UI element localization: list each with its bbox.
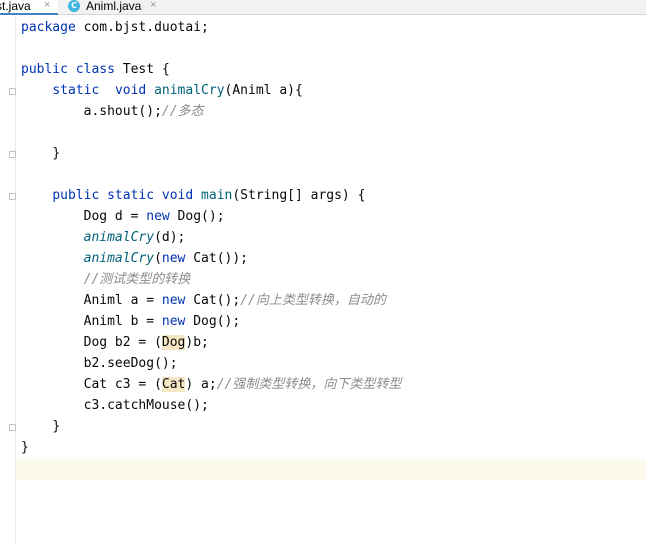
code-line-13: Animl a = new Cat();//向上类型转换，自动的: [21, 290, 386, 311]
code-text: Cat();: [185, 293, 241, 308]
fold-icon[interactable]: [9, 193, 16, 200]
code-line-3: public class Test {: [21, 59, 170, 80]
code-text: (d);: [154, 230, 186, 245]
comment: //多态: [161, 104, 204, 119]
keyword: new: [146, 209, 170, 224]
comment: //强制类型转换，向下类型转型: [216, 377, 402, 392]
code-line-4: static void animalCry(Animl a){: [21, 80, 303, 101]
fold-icon[interactable]: [9, 88, 16, 95]
code-line-14: Animl b = new Dog();: [21, 311, 241, 332]
code-text: (Animl a){: [224, 83, 303, 98]
code-text: }: [52, 146, 61, 161]
code-line-8: public static void main(String[] args) {: [21, 185, 365, 206]
tab-test-java[interactable]: st.java ×: [0, 0, 58, 15]
tab-label: st.java: [0, 0, 31, 13]
close-icon[interactable]: ×: [44, 0, 50, 11]
highlighted-type: Dog: [161, 335, 186, 350]
method-name: animalCry: [154, 83, 225, 98]
code-text: }: [21, 440, 29, 455]
code-text: a.shout();: [83, 104, 162, 119]
keyword: public: [52, 188, 100, 203]
code-line-19: }: [21, 416, 60, 437]
code-line-11: animalCry(new Cat());: [21, 248, 248, 269]
code-text: }: [52, 419, 61, 434]
code-text: Dog();: [185, 314, 241, 329]
comment: //测试类型的转换: [83, 272, 191, 287]
code-text: Dog d =: [83, 209, 147, 224]
code-text: (String[] args) {: [232, 188, 366, 203]
code-line-20: }: [21, 437, 29, 458]
editor-tab-bar: st.java × C Animl.java ×: [0, 0, 646, 15]
close-icon[interactable]: ×: [150, 0, 156, 11]
keyword: class: [75, 62, 115, 77]
code-line-17: Cat c3 = (Cat) a;//强制类型转换，向下类型转型: [21, 374, 401, 395]
code-text: Cat c3 = (: [83, 377, 162, 392]
code-line-9: Dog d = new Dog();: [21, 206, 225, 227]
code-text: Cat());: [185, 251, 249, 266]
keyword: void: [161, 188, 194, 203]
fold-end-icon[interactable]: [9, 151, 16, 158]
code-line-15: Dog b2 = (Dog)b;: [21, 332, 209, 353]
keyword: static: [52, 83, 100, 98]
code-text: Test {: [114, 62, 170, 77]
code-text: Dog();: [169, 209, 225, 224]
code-line-6: }: [21, 143, 60, 164]
code-text: Animl a =: [83, 293, 162, 308]
comment: //向上类型转换，自动的: [240, 293, 386, 308]
code-line-16: b2.seeDog();: [21, 353, 178, 374]
method-call: animalCry: [83, 230, 155, 245]
editor-gutter: [0, 16, 16, 545]
highlighted-type: Cat: [161, 377, 186, 392]
code-text: c3.catchMouse();: [83, 398, 209, 413]
code-text: ) a;: [185, 377, 217, 392]
keyword: package: [21, 20, 76, 35]
method-name: main: [201, 188, 233, 203]
keyword: new: [161, 314, 186, 329]
code-text: com.bjst.duotai;: [75, 20, 209, 35]
code-text: Animl b =: [83, 314, 162, 329]
code-line-1: package com.bjst.duotai;: [21, 17, 209, 38]
code-line-18: c3.catchMouse();: [21, 395, 209, 416]
keyword: public: [21, 62, 68, 77]
keyword: static: [107, 188, 155, 203]
code-text: b2.seeDog();: [83, 356, 178, 371]
code-line-12: //测试类型的转换: [21, 269, 191, 290]
fold-end-icon[interactable]: [9, 424, 16, 431]
keyword: new: [161, 293, 186, 308]
current-line-highlight: [16, 459, 646, 480]
code-text: (: [154, 251, 162, 266]
code-text: Dog b2 = (: [83, 335, 162, 350]
keyword: new: [161, 251, 186, 266]
code-line-5: a.shout();//多态: [21, 101, 204, 122]
c-class-icon: C: [68, 0, 80, 12]
tab-animl-java[interactable]: C Animl.java ×: [66, 0, 166, 15]
tab-label: Animl.java: [86, 0, 142, 13]
code-editor[interactable]: package com.bjst.duotai; public class Te…: [16, 16, 646, 545]
method-call: animalCry: [83, 251, 155, 266]
code-text: )b;: [185, 335, 209, 350]
code-line-10: animalCry(d);: [21, 227, 186, 248]
keyword: void: [114, 83, 147, 98]
